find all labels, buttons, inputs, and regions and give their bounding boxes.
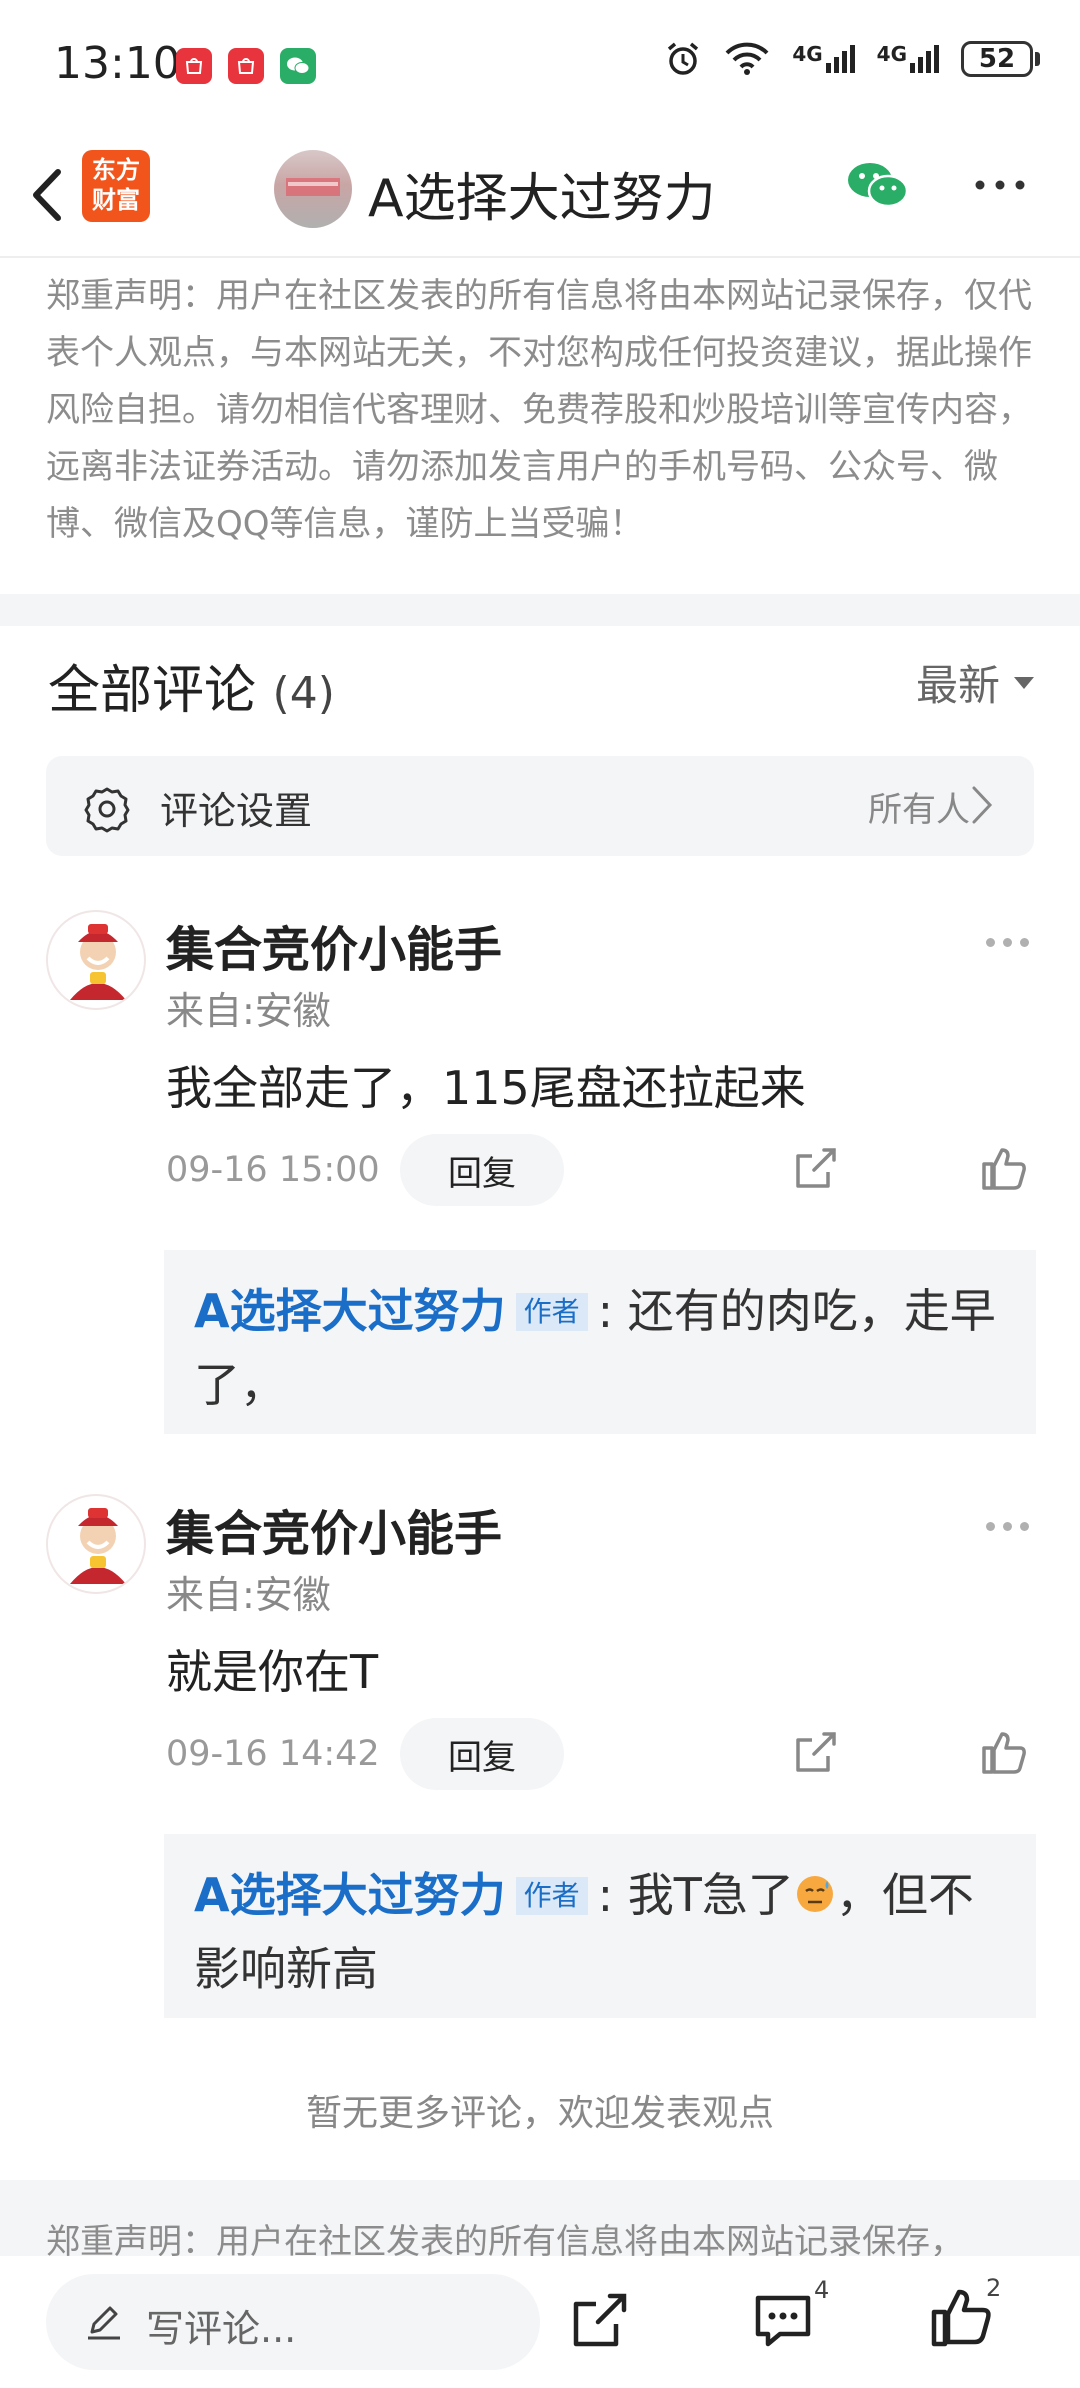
comment-text: 就是你在T [166,1645,379,1699]
status-right: 4G 4G 52 [664,40,1040,78]
share-icon[interactable] [794,1146,838,1190]
like-icon[interactable] [980,1728,1028,1776]
back-button[interactable] [20,160,80,230]
battery-tip [1035,52,1040,66]
more-options-button[interactable] [970,160,1030,210]
comment-more-button[interactable] [986,1522,1036,1542]
comments-title: 全部评论 (4) [48,648,335,723]
alarm-icon [668,42,699,75]
comments-title-label: 全部评论 [48,661,257,721]
wifi-icon [725,42,769,75]
wechat-share-button[interactable] [846,160,910,210]
huawei-store-icon-2 [228,48,264,84]
more-icon [975,180,1025,190]
comments-count: (4) [272,668,335,719]
sort-label: 最新 [915,661,1000,710]
signal-1: 4G [792,42,855,73]
commenter-location: 来自:安徽 [166,989,331,1033]
sort-dropdown[interactable]: 最新 [916,652,1034,713]
back-icon [33,169,61,221]
like-icon[interactable] [930,2286,992,2348]
author-reply: A选择大过努力 作者: 还有的肉吃，走早了， [194,1274,1014,1422]
comment-text: 我全部走了，115尾盘还拉起来 [166,1061,806,1115]
comment-more-button[interactable] [986,938,1036,958]
gear-icon [84,787,130,833]
no-more-comments: 暂无更多评论，欢迎发表观点 [305,2093,774,2134]
author-tag-badge: 作者 [515,1293,588,1331]
comment-time: 09-16 15:00 [166,1150,380,1190]
status-time: 13:10 [54,38,181,89]
commenter-avatar[interactable] [46,910,146,1010]
author-reply-box[interactable]: A选择大过努力 作者: 我T急了 ，但不影响新高 [164,1834,1036,2018]
disclaimer-text: 郑重声明：用户在社区发表的所有信息将由本网站记录保存，仅代表个人观点，与本网站无… [46,276,1032,544]
share-button[interactable] [570,2290,630,2350]
wechat-icon [848,163,909,208]
commenter-location: 来自:安徽 [166,1573,331,1617]
comment-settings-label: 评论设置 [160,789,313,833]
sweat-emoji-icon [796,1876,833,1912]
commenter-name[interactable]: 集合竞价小能手 [166,1494,502,1564]
commenter-avatar[interactable] [46,1494,146,1594]
section-divider [0,594,1080,626]
signal-2: 4G [876,42,939,73]
like-icon[interactable] [980,1144,1028,1192]
dropdown-arrow-icon [1014,676,1034,689]
huawei-store-icon [176,48,212,84]
pencil-icon [88,2306,120,2340]
share-icon[interactable] [794,1730,838,1774]
commenter-name[interactable]: 集合竞价小能手 [166,910,502,980]
comment-settings-value: 所有人 [868,790,970,830]
reply-author-name[interactable]: A选择大过努力 [194,1868,506,1922]
eastmoney-logo[interactable]: 东方 财富 [82,150,150,222]
author-reply: A选择大过努力 作者: 我T急了 ，但不影响新高 [194,1858,1014,2006]
write-comment-placeholder: 写评论... [146,2307,297,2351]
comment-icon[interactable] [752,2290,814,2352]
network-label-1: 4G [792,42,823,66]
page-title[interactable]: A选择大过努力 [368,156,716,231]
author-reply-box[interactable]: A选择大过努力 作者: 还有的肉吃，走早了， [164,1250,1036,1434]
author-tag-badge: 作者 [515,1877,588,1915]
logo-line-1: 东方 [92,156,140,184]
battery-indicator: 52 [961,41,1033,77]
network-label-2: 4G [876,42,907,66]
comment-count-badge: 4 [814,2276,830,2304]
comment-time: 09-16 14:42 [166,1734,380,1774]
like-count-badge: 2 [986,2274,1002,2302]
author-avatar[interactable] [274,150,352,228]
logo-line-2: 财富 [92,186,140,214]
chevron-right-icon [972,786,993,824]
reply-author-name[interactable]: A选择大过努力 [194,1284,506,1338]
reply-button[interactable]: 回复 [400,1718,564,1790]
wechat-notification-icon [280,48,316,84]
reply-text-before: : 我T急了 [597,1868,794,1922]
reply-button[interactable]: 回复 [400,1134,564,1206]
